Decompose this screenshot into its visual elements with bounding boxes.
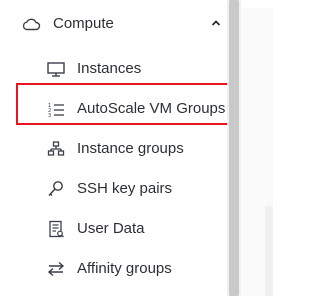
menu-section-compute[interactable]: Compute <box>0 4 227 44</box>
chevron-up-icon[interactable] <box>211 19 221 27</box>
cluster-icon <box>46 140 66 158</box>
content-panel-edge <box>265 206 273 296</box>
sidebar-item-instances[interactable]: Instances <box>0 49 227 89</box>
svg-text:3: 3 <box>48 113 51 118</box>
ordered-list-icon: 1 2 3 <box>46 100 66 118</box>
sidebar-item-affinity-groups[interactable]: Affinity groups <box>0 249 227 289</box>
sidebar-item-label: AutoScale VM Groups <box>77 100 226 117</box>
sidebar-item-instance-groups[interactable]: Instance groups <box>0 129 227 169</box>
sidebar-item-label: Affinity groups <box>77 260 172 277</box>
document-icon <box>46 220 66 238</box>
sidebar-item-label: Instances <box>77 60 142 77</box>
sidebar-item-label: SSH key pairs <box>77 180 173 197</box>
sidebar-item-label: User Data <box>77 220 145 237</box>
sidebar-item-ssh-key-pairs[interactable]: SSH key pairs <box>0 169 227 209</box>
sidebar-item-autoscale-vm-groups[interactable]: 1 2 3 AutoScale VM Groups <box>0 89 227 129</box>
cloud-icon <box>21 16 41 32</box>
menu-section-label: Compute <box>53 15 114 32</box>
swap-arrows-icon <box>46 260 66 278</box>
content-area-edge <box>241 0 273 296</box>
sidebar-item-label: Instance groups <box>77 140 184 157</box>
scrollbar-thumb[interactable] <box>229 0 239 296</box>
sidebar-item-user-data[interactable]: User Data <box>0 209 227 249</box>
sidebar-menu: Compute Instances 1 2 3 AutoScale VM Gro… <box>0 0 227 296</box>
key-icon <box>46 180 66 198</box>
content-area-gap <box>241 0 273 8</box>
monitor-icon <box>46 60 66 78</box>
